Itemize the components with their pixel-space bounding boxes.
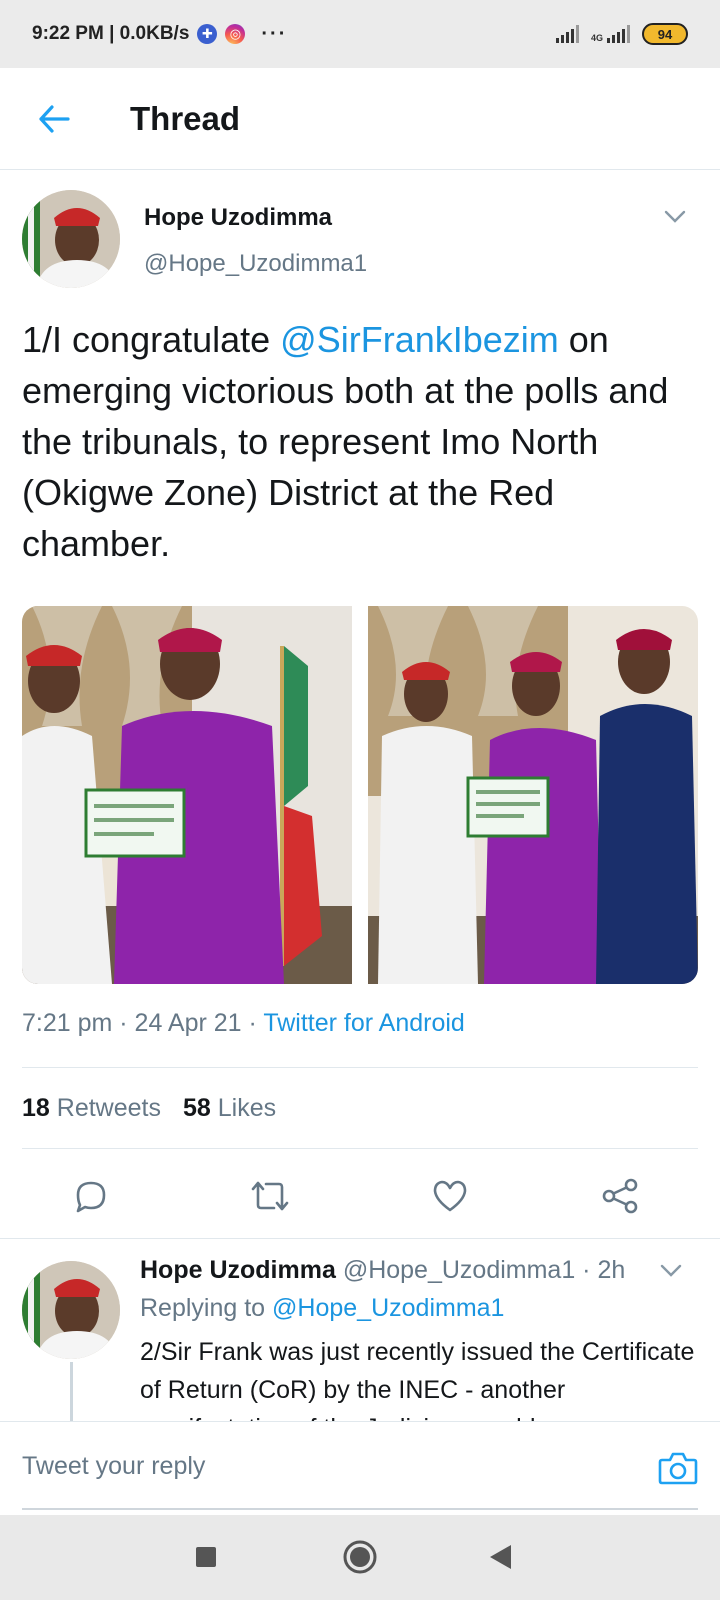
reply-icon: [76, 1181, 106, 1213]
avatar-photo: [22, 1261, 120, 1359]
replying-to: Replying to @Hope_Uzodimma1: [140, 1294, 504, 1323]
reply-options-button[interactable]: [656, 1256, 686, 1286]
reply-author-name[interactable]: Hope Uzodimma: [140, 1256, 336, 1284]
thread-header: Thread: [0, 68, 720, 170]
chevron-down-icon: [660, 1264, 682, 1277]
back-arrow-icon: [39, 104, 70, 133]
reply-composer: [0, 1421, 720, 1515]
tweet-photo-1-image: [22, 606, 352, 984]
status-right: 4G 94: [555, 23, 688, 45]
reply-text: 2/Sir Frank was just recently issued the…: [140, 1338, 695, 1421]
composer-underline: [22, 1508, 698, 1510]
retweets-count: 18: [22, 1094, 50, 1122]
network-type: 4G: [590, 33, 603, 43]
tweet-photo-2[interactable]: [368, 606, 698, 984]
mention-link[interactable]: @SirFrankIbezim: [280, 319, 559, 360]
author-avatar[interactable]: [22, 190, 120, 288]
like-button[interactable]: [424, 1170, 476, 1222]
battery-level: 94: [657, 26, 673, 42]
tweet-text: 1/I congratulate @SirFrankIbezim on emer…: [22, 314, 702, 569]
divider: [22, 1067, 698, 1068]
author-name[interactable]: Hope Uzodimma: [144, 204, 332, 232]
likes-count: 58: [182, 1094, 211, 1122]
retweet-button[interactable]: [244, 1170, 296, 1222]
signal-4g-icon: 4G: [591, 25, 630, 43]
author-handle[interactable]: @Hope_Uzodimma1: [144, 250, 367, 278]
tweet-meta: 7:21 pm · 24 Apr 21 · Twitter for Androi…: [22, 1009, 465, 1038]
tweet-options-button[interactable]: [660, 202, 690, 232]
reply-input[interactable]: [22, 1444, 622, 1488]
camera-button[interactable]: [654, 1446, 702, 1490]
tweet-timestamp: 7:21 pm · 24 Apr 21 ·: [22, 1009, 264, 1037]
back-button[interactable]: [24, 89, 84, 149]
back-icon: [490, 1545, 511, 1569]
instagram-icon: ◎: [225, 24, 246, 44]
reply-author-avatar[interactable]: [22, 1261, 120, 1359]
camera-icon: [658, 1452, 698, 1485]
thread-connector-line: [70, 1362, 73, 1422]
status-left: 9:22 PM | 0.0KB/s ✚ ◎ ···: [32, 23, 287, 46]
tweet-photo-2-image: [368, 606, 698, 984]
share-button[interactable]: [594, 1170, 646, 1222]
vpn-icon: ✚: [197, 24, 218, 44]
more-notifications-icon: ···: [261, 22, 288, 45]
replying-to-link[interactable]: @Hope_Uzodimma1: [272, 1294, 504, 1322]
source-app-link[interactable]: Twitter for Android: [263, 1009, 464, 1037]
page-title: Thread: [130, 99, 241, 137]
recent-apps-icon: [196, 1547, 216, 1567]
share-icon: [602, 1178, 638, 1214]
reply-button[interactable]: [64, 1170, 116, 1222]
chevron-down-icon: [664, 210, 686, 223]
retweets-label: Retweets: [56, 1094, 161, 1122]
section-separator: [0, 1238, 720, 1239]
system-back-button[interactable]: [478, 1535, 522, 1579]
retweets-stat[interactable]: 18 Retweets: [22, 1094, 161, 1123]
tweet-text-prefix: 1/I congratulate: [22, 319, 281, 360]
like-icon: [433, 1180, 467, 1212]
likes-stat[interactable]: 58 Likes: [183, 1094, 276, 1123]
divider: [22, 1148, 698, 1149]
status-bar: 9:22 PM | 0.0KB/s ✚ ◎ ··· 4G 94: [0, 0, 720, 68]
avatar-photo: [22, 190, 120, 288]
tweet-photo-1[interactable]: [22, 606, 352, 984]
reply-header: Hope Uzodimma @Hope_Uzodimma1 · 2h: [140, 1256, 625, 1285]
tweet-actions: [0, 1158, 720, 1234]
battery-icon: 94: [642, 23, 688, 45]
likes-label: Likes: [217, 1094, 277, 1122]
reply-author-handle[interactable]: @Hope_Uzodimma1: [343, 1256, 575, 1284]
recent-apps-button[interactable]: [184, 1535, 228, 1579]
retweet-icon: [251, 1181, 289, 1211]
home-icon: [343, 1540, 377, 1574]
reply-time: · 2h: [575, 1256, 626, 1284]
status-time: 9:22 PM | 0.0KB/s: [32, 23, 190, 44]
replying-label: Replying to: [140, 1294, 273, 1322]
tweet-stats: 18 Retweets 58 Likes: [22, 1094, 276, 1123]
system-nav-bar: [0, 1515, 720, 1600]
signal-icon: [555, 25, 579, 43]
home-button[interactable]: [338, 1535, 382, 1579]
